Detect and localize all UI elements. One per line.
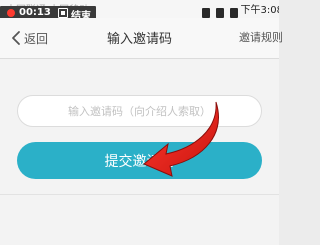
recording-time: 00:13 [19,7,51,18]
signal-icon [230,8,239,18]
system-status-icons [201,3,241,18]
section-divider [0,194,279,195]
recording-dot-icon [7,9,15,17]
alarm-icon [202,8,210,18]
annotation-arrow-icon [143,101,219,177]
page-title: 输入邀请码 [106,32,172,47]
navigation-bar: 返回 输入邀请码 邀请规则 [0,18,283,58]
wifi-icon [216,8,225,18]
stop-icon [58,8,68,18]
invite-rules-link[interactable]: 邀请规则 [239,29,283,45]
status-time: 下午3:08 [240,5,279,16]
